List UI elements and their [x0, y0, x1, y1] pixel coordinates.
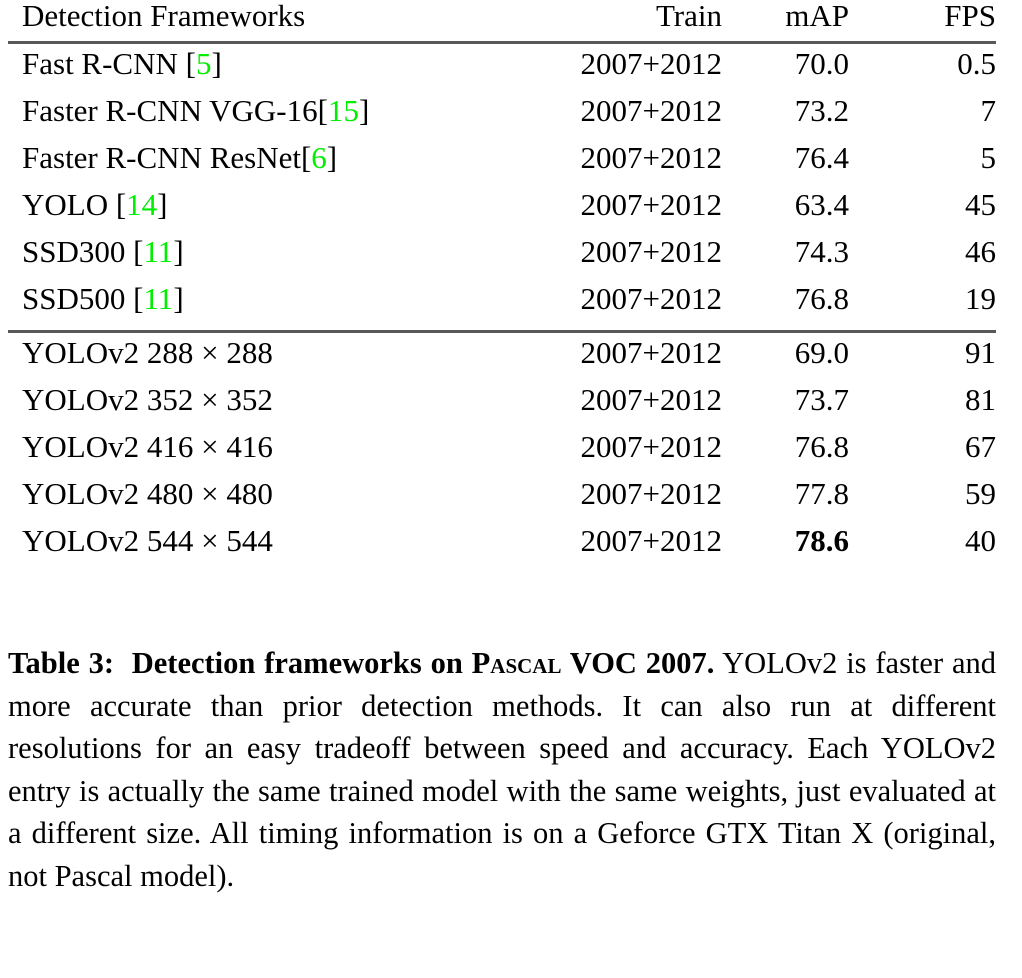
table-row: YOLOv2 288 × 288 2007+2012 69.0 91 — [8, 333, 996, 384]
cell-fps: 59 — [965, 476, 996, 511]
cell-fps: 19 — [965, 281, 996, 316]
table-row: YOLOv2 352 × 352 2007+2012 73.7 81 — [8, 384, 996, 431]
cell-train: 2007+2012 — [580, 429, 722, 464]
cell-framework-name: Faster R-CNN ResNet[6] — [8, 142, 520, 189]
cell-framework-name: Fast R-CNN [5] — [8, 44, 520, 95]
table-header: Detection Frameworks Train mAP FPS — [8, 0, 996, 43]
cell-fps: 40 — [965, 523, 996, 558]
framework-name-bracket-close: ] — [358, 93, 370, 128]
detection-results-table: Detection Frameworks Train mAP FPS Fast … — [8, 0, 996, 572]
table-row: Faster R-CNN ResNet[6] 2007+2012 76.4 5 — [8, 142, 996, 189]
citation-ref[interactable]: 6 — [311, 140, 327, 175]
caption-title-smallcaps: Pascal — [471, 646, 562, 680]
caption-paragraph: Table 3: Detection frameworks on Pascal … — [8, 642, 996, 897]
caption-label-space — [114, 646, 132, 680]
cell-train: 2007+2012 — [580, 46, 722, 81]
cell-framework-name: YOLOv2 480 × 480 — [22, 476, 273, 511]
cell-train: 2007+2012 — [580, 93, 722, 128]
cell-fps: 0.5 — [957, 46, 996, 81]
table-row: YOLO [14] 2007+2012 63.4 45 — [8, 189, 996, 236]
column-header-train: Train — [655, 0, 722, 33]
citation-ref[interactable]: 11 — [143, 281, 173, 316]
cell-framework-name: YOLOv2 544 × 544 — [22, 523, 273, 558]
table-row: YOLOv2 544 × 544 2007+2012 78.6 40 — [8, 525, 996, 572]
cell-map: 74.3 — [794, 234, 849, 269]
table-body: Fast R-CNN [5] 2007+2012 70.0 0.5 Faster… — [8, 41, 996, 573]
table-row: SSD500 [11] 2007+2012 76.8 19 — [8, 283, 996, 332]
cell-fps: 45 — [965, 187, 996, 222]
cell-framework-name: YOLOv2 288 × 288 — [22, 335, 273, 370]
cell-fps: 91 — [965, 335, 996, 370]
cell-map: 63.4 — [794, 187, 849, 222]
cell-map: 73.2 — [794, 93, 849, 128]
framework-name-text: Faster R-CNN ResNet[ — [22, 140, 312, 175]
cell-train: 2007+2012 — [580, 335, 722, 370]
cell-train: 2007+2012 — [580, 187, 722, 222]
cell-train: 2007+2012 — [580, 234, 722, 269]
framework-name-text: SSD500 [ — [22, 281, 144, 316]
table-row: YOLOv2 416 × 416 2007+2012 76.8 67 — [8, 431, 996, 478]
cell-map: 76.8 — [794, 429, 849, 464]
detection-results-table-container: Detection Frameworks Train mAP FPS Fast … — [8, 0, 996, 572]
cell-map-best: 78.6 — [794, 523, 849, 558]
table-row: SSD300 [11] 2007+2012 74.3 46 — [8, 236, 996, 283]
table-caption: Table 3: Detection frameworks on Pascal … — [8, 642, 996, 897]
cell-map: 69.0 — [794, 335, 849, 370]
cell-train: 2007+2012 — [580, 523, 722, 558]
cell-fps: 7 — [980, 93, 997, 128]
cell-framework-name: YOLO [14] — [8, 189, 520, 236]
caption-label: Table 3: — [8, 646, 115, 680]
table-row: YOLOv2 480 × 480 2007+2012 77.8 59 — [8, 478, 996, 525]
framework-name-bracket-close: ] — [157, 187, 168, 222]
cell-framework-name: YOLOv2 416 × 416 — [22, 429, 273, 464]
cell-fps: 67 — [965, 429, 996, 464]
cell-train: 2007+2012 — [580, 281, 722, 316]
framework-name-bracket-close: ] — [173, 281, 184, 316]
framework-name-text: SSD300 [ — [22, 234, 144, 269]
column-header-map: mAP — [785, 0, 849, 33]
cell-framework-name: SSD300 [11] — [8, 236, 520, 283]
citation-ref[interactable]: 14 — [126, 187, 157, 222]
caption-title-pre: Detection frameworks on — [131, 646, 472, 680]
column-header-frameworks: Detection Frameworks — [22, 0, 306, 33]
cell-fps: 46 — [965, 234, 996, 269]
citation-ref[interactable]: 5 — [196, 46, 212, 81]
cell-train: 2007+2012 — [580, 140, 722, 175]
citation-ref[interactable]: 15 — [328, 93, 359, 128]
caption-body: YOLOv2 is faster and more accurate than … — [8, 646, 996, 893]
cell-train: 2007+2012 — [580, 476, 722, 511]
table-row: Faster R-CNN VGG-16[15] 2007+2012 73.2 7 — [8, 95, 996, 142]
caption-title-post: VOC 2007. — [561, 646, 715, 680]
cell-map: 76.8 — [794, 281, 849, 316]
cell-train: 2007+2012 — [580, 382, 722, 417]
cell-map: 73.7 — [794, 382, 849, 417]
cell-fps: 81 — [965, 382, 996, 417]
framework-name-text: Faster R-CNN VGG-16[ — [22, 93, 328, 128]
cell-map: 77.8 — [794, 476, 849, 511]
framework-name-text: YOLO [ — [22, 187, 127, 222]
cell-map: 76.4 — [794, 140, 849, 175]
cell-framework-name: SSD500 [11] — [8, 283, 520, 332]
framework-name-bracket-close: ] — [173, 234, 184, 269]
table-figure-page: Detection Frameworks Train mAP FPS Fast … — [0, 0, 1022, 978]
cell-fps: 5 — [980, 140, 997, 175]
framework-name-bracket-close: ] — [326, 140, 338, 175]
citation-ref[interactable]: 11 — [143, 234, 173, 269]
cell-map: 70.0 — [794, 46, 849, 81]
cell-framework-name: Faster R-CNN VGG-16[15] — [8, 95, 520, 142]
column-header-fps: FPS — [944, 0, 996, 33]
table-row: Fast R-CNN [5] 2007+2012 70.0 0.5 — [8, 44, 996, 95]
cell-framework-name: YOLOv2 352 × 352 — [22, 382, 273, 417]
table-header-row: Detection Frameworks Train mAP FPS — [8, 0, 996, 43]
framework-name-bracket-close: ] — [211, 46, 222, 81]
framework-name-text: Fast R-CNN [ — [22, 46, 196, 81]
